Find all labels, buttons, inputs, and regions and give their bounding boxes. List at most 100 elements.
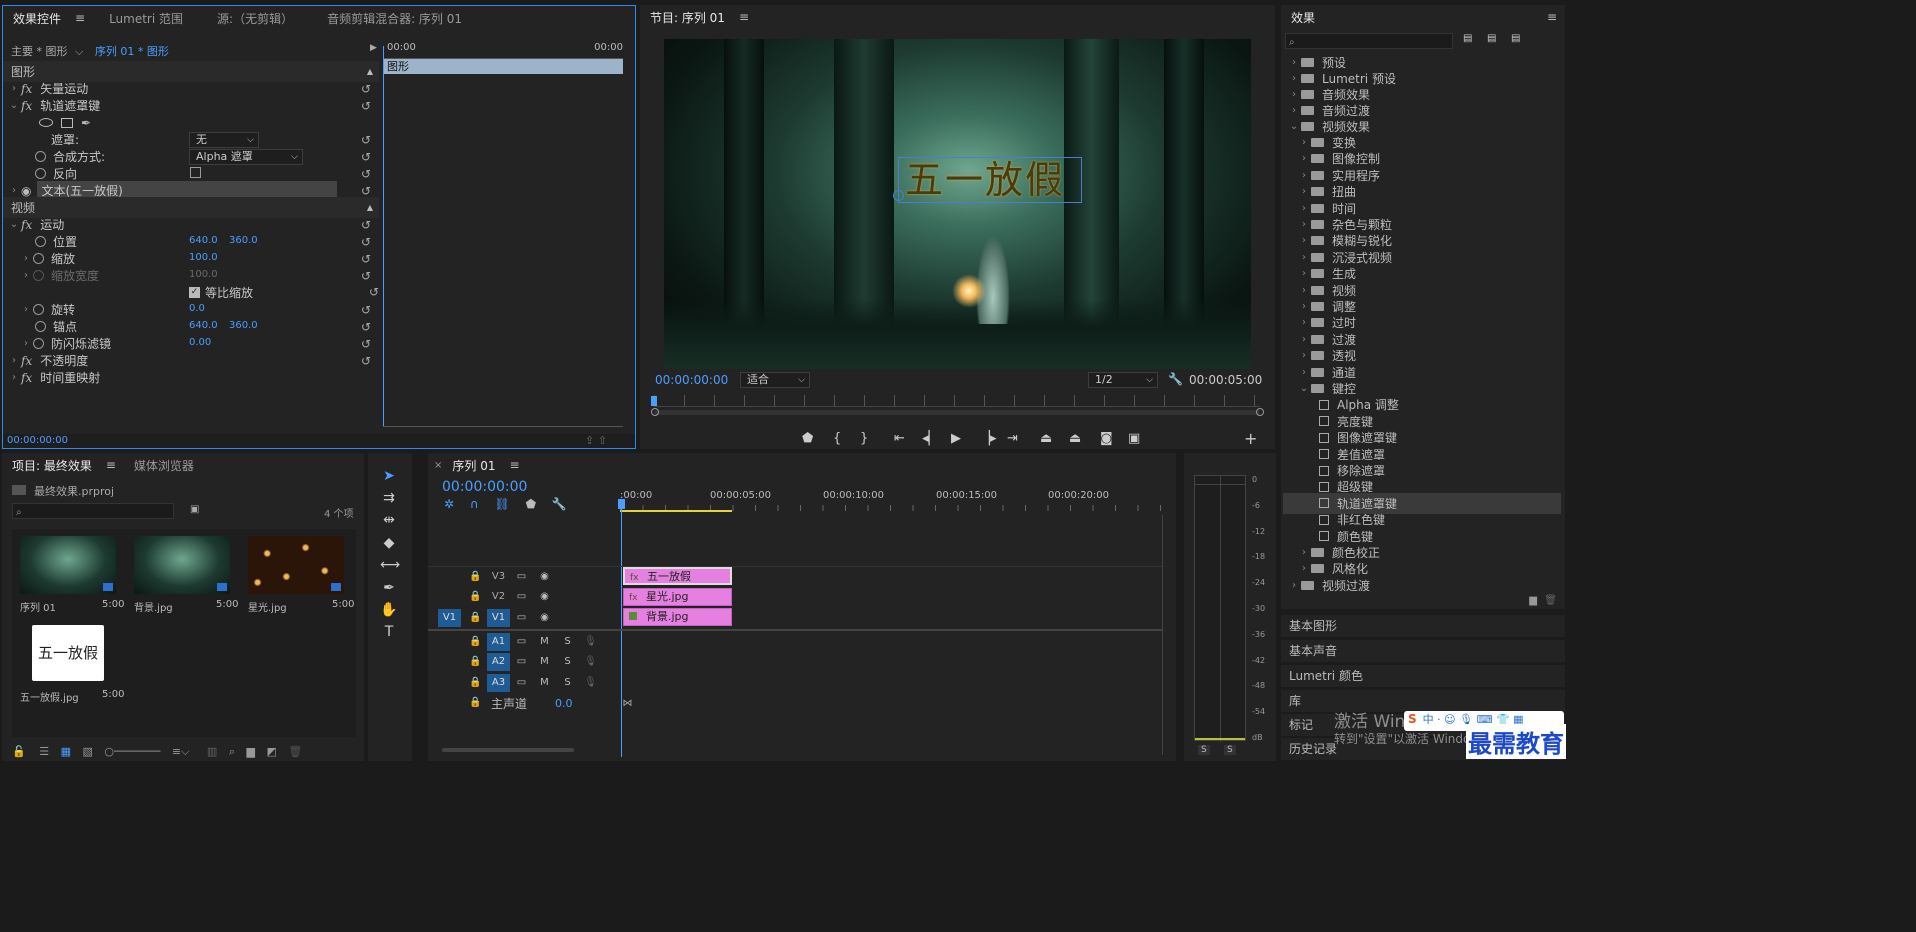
panel-menu-icon[interactable]: ≡ — [1547, 10, 1557, 24]
reset-icon[interactable]: ↺ — [361, 337, 371, 351]
track-label[interactable]: V3 — [487, 568, 510, 586]
reset-icon[interactable]: ↺ — [361, 150, 371, 164]
trash-icon[interactable]: 🗑 — [288, 745, 302, 758]
scroll-handle-right[interactable] — [1256, 408, 1264, 416]
chevron-right-icon[interactable]: › — [1287, 105, 1301, 116]
chevron-down-icon[interactable]: ⌄ — [1297, 383, 1311, 394]
zoom-slider[interactable]: ○─────── — [104, 745, 160, 758]
list-view-icon[interactable]: ☰ — [39, 745, 49, 758]
track-label[interactable]: A2 — [487, 653, 510, 671]
chevron-right-icon[interactable]: › — [19, 304, 33, 315]
selection-tool-icon[interactable]: ➤ — [380, 468, 398, 484]
effects-search-input[interactable]: ⌕ — [1285, 33, 1453, 49]
chevron-right-icon[interactable]: › — [1297, 186, 1311, 197]
eye-icon[interactable]: ◉ — [533, 609, 556, 627]
panel-menu-icon[interactable]: ≡ — [509, 458, 519, 472]
chevron-down-icon[interactable]: ⌄ — [1287, 121, 1301, 132]
program-video-frame[interactable]: 五一放假 — [664, 39, 1251, 369]
accelerated-effects-icon[interactable]: ▤ — [1463, 33, 1472, 44]
tab-project[interactable]: 项目: 最终效果 — [2, 457, 102, 474]
work-area-bar[interactable] — [620, 510, 732, 512]
chevron-right-icon[interactable]: › — [1297, 203, 1311, 214]
project-item-stars[interactable] — [248, 536, 344, 594]
lift-icon[interactable]: ⏏ — [1040, 431, 1052, 446]
chevron-right-icon[interactable]: › — [1297, 235, 1311, 246]
chevron-right-icon[interactable]: › — [1297, 268, 1311, 279]
flicker-value[interactable]: 0.00 — [189, 337, 211, 348]
lock-icon[interactable]: 🔒 — [464, 694, 487, 712]
step-forward-icon[interactable]: ▕▸ — [980, 431, 997, 446]
reset-icon[interactable]: ↺ — [361, 303, 371, 317]
reverse-checkbox[interactable] — [190, 167, 201, 178]
play-icon[interactable]: ▶ — [951, 431, 961, 446]
wrench-icon[interactable]: 🔧 — [1168, 372, 1183, 386]
step-back-icon[interactable]: ◂▏ — [922, 431, 939, 446]
chevron-right-icon[interactable]: › — [7, 355, 21, 366]
play-only-icon[interactable]: ▶ — [370, 43, 377, 53]
stopwatch-icon[interactable] — [33, 304, 44, 315]
chevron-right-icon[interactable]: › — [7, 372, 21, 383]
extract-icon[interactable]: ⏏ — [1069, 431, 1081, 446]
project-item-text-image[interactable]: 五一放假 — [32, 625, 104, 681]
wrench-icon[interactable]: 🔧 — [552, 497, 567, 511]
timeline-clip-v2[interactable]: fx 星光.jpg — [623, 588, 732, 606]
solo-left-button[interactable]: S — [1198, 745, 1210, 755]
position-y-value[interactable]: 360.0 — [229, 235, 258, 246]
sort-icon[interactable]: ≡⌵ — [172, 745, 190, 758]
track-label[interactable]: V1 — [487, 609, 510, 627]
chevron-right-icon[interactable]: › — [1297, 350, 1311, 361]
lock-icon[interactable]: 🔒 — [464, 674, 487, 692]
close-tab-icon[interactable]: × — [434, 460, 442, 471]
go-to-out-icon[interactable]: ⇥ — [1007, 431, 1018, 446]
chevron-right-icon[interactable]: › — [1287, 89, 1301, 100]
chevron-right-icon[interactable]: › — [1297, 219, 1311, 230]
sync-lock-icon[interactable]: ▭ — [510, 653, 533, 671]
nest-toggle-icon[interactable]: ✲ — [444, 497, 454, 511]
rotation-value[interactable]: 0.0 — [189, 303, 205, 314]
eye-icon[interactable]: ◉ — [533, 588, 556, 606]
lock-icon[interactable]: 🔒 — [464, 588, 487, 606]
tab-source[interactable]: 源:（无剪辑） — [207, 10, 303, 27]
chevron-down-icon[interactable]: ⌄ — [7, 100, 21, 111]
stopwatch-icon[interactable] — [33, 253, 44, 264]
fx-icon[interactable]: fx — [21, 99, 32, 113]
anchor-y-value[interactable]: 360.0 — [229, 320, 258, 331]
stopwatch-icon[interactable] — [35, 151, 46, 162]
track-select-tool-icon[interactable]: ⇉ — [380, 490, 398, 506]
sync-lock-icon[interactable]: ▭ — [510, 609, 533, 627]
tab-effect-controls[interactable]: 效果控件 — [3, 10, 71, 27]
type-tool-icon[interactable]: T — [380, 624, 398, 640]
solo-button[interactable]: S — [556, 653, 579, 671]
pen-mask-icon[interactable]: ✒ — [81, 116, 91, 130]
pen-tool-icon[interactable]: ✒ — [380, 580, 398, 596]
timeline-ruler[interactable]: :00:00 00:00:05:00 00:00:10:00 00:00:15:… — [620, 485, 1166, 513]
sequence-clip-link[interactable]: 序列 01 * 图形 — [95, 45, 169, 58]
chevron-right-icon[interactable]: › — [1297, 170, 1311, 181]
microphone-icon[interactable]: 🎙 — [579, 674, 602, 692]
sync-lock-icon[interactable]: ▭ — [510, 568, 533, 586]
scroll-handle-left[interactable] — [651, 408, 659, 416]
project-item-background[interactable] — [134, 536, 230, 594]
add-button-icon[interactable]: + — [1244, 429, 1257, 448]
icon-view-icon[interactable]: ▦ — [61, 745, 71, 758]
solo-button[interactable]: S — [556, 674, 579, 692]
razor-tool-icon[interactable]: ◆ — [380, 535, 398, 551]
stopwatch-icon[interactable] — [35, 236, 46, 247]
solo-button[interactable]: S — [556, 633, 579, 651]
solo-right-button[interactable]: S — [1224, 745, 1236, 755]
chevron-right-icon[interactable]: › — [1297, 367, 1311, 378]
scale-value[interactable]: 100.0 — [189, 252, 218, 263]
sync-lock-icon[interactable]: ▭ — [510, 588, 533, 606]
fx-icon[interactable]: fx — [21, 354, 32, 368]
lock-icon[interactable]: 🔒 — [464, 633, 487, 651]
project-item-sequence[interactable] — [20, 536, 116, 594]
chevron-right-icon[interactable]: › — [1297, 563, 1311, 574]
lock-icon[interactable]: 🔓 — [12, 745, 26, 758]
timeline-clip-v3[interactable]: fx 五一放假 — [623, 567, 732, 585]
track-label[interactable]: A1 — [487, 633, 510, 651]
track-label[interactable]: A3 — [487, 674, 510, 692]
effect-controls-timecode[interactable]: 00:00:00:00 — [7, 435, 68, 446]
timeline-clip-v1[interactable]: 背景.jpg — [623, 608, 732, 626]
lock-icon[interactable]: 🔒 — [464, 653, 487, 671]
chevron-right-icon[interactable]: › — [1297, 137, 1311, 148]
